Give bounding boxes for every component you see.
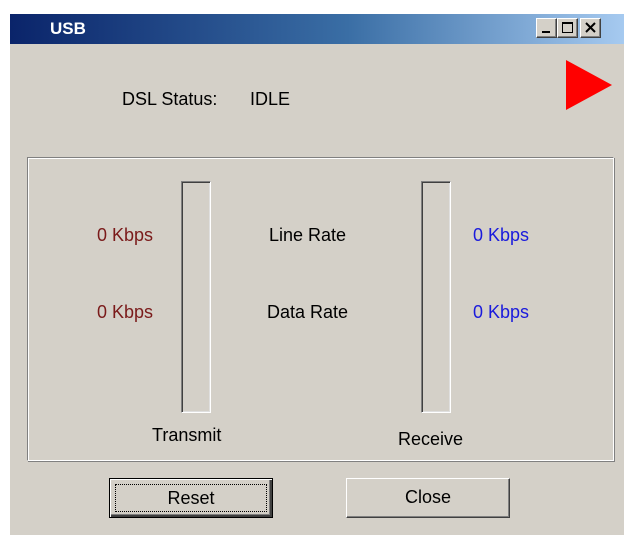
line-rate-label: Line Rate: [269, 225, 347, 245]
transmit-caption: Transmit: [152, 425, 222, 445]
receive-level-bar: [421, 181, 451, 413]
transmit-data-rate: 0 Kbps: [97, 302, 154, 322]
maximize-button[interactable]: [557, 18, 578, 38]
dsl-status-value: IDLE: [250, 89, 291, 109]
title-bar[interactable]: USB: [10, 14, 624, 44]
usb-dialog-window: USB DSL Status: IDLE 0 Kbps 0 Kbps Line …: [10, 14, 624, 535]
reset-button-label: Reset: [115, 484, 267, 512]
dsl-status-label: DSL Status:: [122, 89, 218, 109]
window-title: USB: [50, 19, 86, 38]
reset-button[interactable]: Reset: [109, 478, 273, 518]
receive-caption: Receive: [398, 429, 464, 449]
transmit-line-rate: 0 Kbps: [97, 225, 154, 245]
close-window-button[interactable]: [580, 18, 601, 38]
transmit-level-bar: [181, 181, 211, 413]
minimize-button[interactable]: [536, 18, 557, 38]
close-button[interactable]: Close: [346, 478, 510, 518]
receive-line-rate: 0 Kbps: [473, 225, 530, 245]
receive-data-rate: 0 Kbps: [473, 302, 530, 322]
close-icon: [585, 22, 596, 33]
minimize-icon: [542, 31, 550, 33]
data-rate-label: Data Rate: [267, 302, 349, 322]
play-triangle-icon: [566, 60, 612, 110]
maximize-icon: [562, 22, 573, 33]
